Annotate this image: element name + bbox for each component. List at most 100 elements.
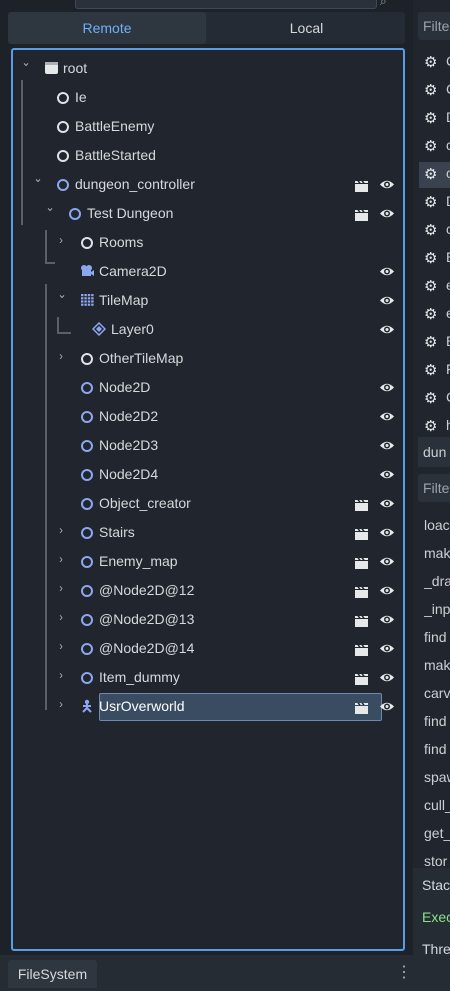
property-row[interactable]: ⚙D bbox=[419, 106, 450, 132]
tree-row[interactable]: Ie bbox=[13, 83, 403, 112]
tree-row[interactable]: › Enemy_map bbox=[13, 547, 403, 576]
visibility-eye-icon[interactable] bbox=[379, 178, 395, 191]
tree-row[interactable]: › @Node2D@13 bbox=[13, 605, 403, 634]
method-item[interactable]: mak bbox=[424, 657, 450, 673]
method-item[interactable]: _dra bbox=[424, 573, 450, 589]
method-item[interactable]: get_ bbox=[424, 825, 450, 841]
property-row[interactable]: ⚙C bbox=[419, 50, 450, 76]
tree-row[interactable]: › OtherTileMap bbox=[13, 344, 403, 373]
tree-row[interactable]: BattleEnemy bbox=[13, 112, 403, 141]
property-row[interactable]: ⚙D bbox=[419, 190, 450, 216]
property-row[interactable]: ⚙F bbox=[419, 358, 450, 384]
visibility-eye-icon[interactable] bbox=[379, 642, 395, 655]
tree-row[interactable]: BattleStarted bbox=[13, 141, 403, 170]
object-path-bar[interactable]: dun bbox=[418, 437, 450, 467]
tree-row[interactable]: › UsrOverworld bbox=[13, 692, 403, 721]
method-item[interactable]: find bbox=[424, 629, 450, 645]
tree-row[interactable]: Layer0 bbox=[13, 315, 403, 344]
visibility-eye-icon[interactable] bbox=[379, 439, 395, 452]
tree-row[interactable]: Camera2D bbox=[13, 257, 403, 286]
tree-row[interactable]: › Item_dummy bbox=[13, 663, 403, 692]
method-item[interactable]: mak bbox=[424, 545, 450, 561]
chevron-right-icon[interactable]: › bbox=[59, 233, 63, 247]
property-row[interactable]: ⚙C bbox=[419, 386, 450, 412]
visibility-eye-icon[interactable] bbox=[379, 410, 395, 423]
tree-row[interactable]: › @Node2D@14 bbox=[13, 634, 403, 663]
chevron-right-icon[interactable]: › bbox=[59, 523, 63, 537]
tree-row[interactable]: ⌄ root bbox=[13, 54, 403, 83]
instance-clapper-icon[interactable] bbox=[355, 208, 368, 221]
instance-clapper-icon[interactable] bbox=[355, 614, 368, 627]
method-item[interactable]: _inp bbox=[424, 601, 450, 617]
property-row[interactable]: ⚙ c bbox=[419, 162, 450, 188]
method-item[interactable]: carv bbox=[424, 685, 450, 701]
tree-row[interactable]: Node2D3 bbox=[13, 431, 403, 460]
tree-row[interactable]: Node2D4 bbox=[13, 460, 403, 489]
instance-clapper-icon[interactable] bbox=[355, 643, 368, 656]
instance-clapper-icon[interactable] bbox=[355, 585, 368, 598]
chevron-down-icon[interactable]: ⌄ bbox=[22, 55, 31, 69]
visibility-eye-icon[interactable] bbox=[379, 497, 395, 510]
visibility-eye-icon[interactable] bbox=[379, 700, 395, 713]
method-item[interactable]: cull_ bbox=[424, 797, 450, 813]
method-item[interactable]: stor bbox=[424, 853, 450, 869]
visibility-eye-icon[interactable] bbox=[379, 613, 395, 626]
more-options-icon[interactable]: ⋮ bbox=[396, 962, 412, 982]
chevron-down-icon[interactable]: ⌄ bbox=[34, 171, 43, 185]
property-row[interactable]: ⚙ e bbox=[419, 274, 450, 300]
method-item[interactable]: loac bbox=[424, 517, 450, 533]
visibility-eye-icon[interactable] bbox=[379, 555, 395, 568]
visibility-eye-icon[interactable] bbox=[379, 265, 395, 278]
chevron-right-icon[interactable]: › bbox=[59, 581, 63, 595]
tree-row[interactable]: Node2D2 bbox=[13, 402, 403, 431]
instance-clapper-icon[interactable] bbox=[355, 672, 368, 685]
tree-row[interactable]: ⌄ TileMap bbox=[13, 286, 403, 315]
search-icon[interactable]: ⌕ bbox=[380, 0, 387, 9]
chevron-right-icon[interactable]: › bbox=[59, 552, 63, 566]
method-item[interactable]: find bbox=[424, 741, 450, 757]
tree-row[interactable]: ⌄ dungeon_controller bbox=[13, 170, 403, 199]
tab-local[interactable]: Local bbox=[208, 12, 405, 44]
chevron-right-icon[interactable]: › bbox=[59, 697, 63, 711]
instance-clapper-icon[interactable] bbox=[355, 701, 368, 714]
tree-row[interactable]: Node2D bbox=[13, 373, 403, 402]
chevron-right-icon[interactable]: › bbox=[59, 349, 63, 363]
chevron-down-icon[interactable]: ⌄ bbox=[58, 287, 67, 301]
chevron-right-icon[interactable]: › bbox=[59, 668, 63, 682]
instance-clapper-icon[interactable] bbox=[355, 556, 368, 569]
tree-row[interactable]: Object_creator bbox=[13, 489, 403, 518]
tree-row[interactable]: › Rooms bbox=[13, 228, 403, 257]
property-row[interactable]: ⚙E bbox=[419, 246, 450, 272]
visibility-eye-icon[interactable] bbox=[379, 381, 395, 394]
visibility-eye-icon[interactable] bbox=[379, 584, 395, 597]
instance-clapper-icon[interactable] bbox=[355, 179, 368, 192]
tree-row[interactable]: ⌄ Test Dungeon bbox=[13, 199, 403, 228]
visibility-eye-icon[interactable] bbox=[379, 468, 395, 481]
tree-node-label: @Node2D@14 bbox=[99, 640, 195, 656]
property-row[interactable]: ⚙E bbox=[419, 330, 450, 356]
visibility-eye-icon[interactable] bbox=[379, 526, 395, 539]
filter-input-top[interactable]: Filte bbox=[418, 12, 450, 40]
instance-clapper-icon[interactable] bbox=[355, 498, 368, 511]
method-item[interactable]: spaw bbox=[424, 769, 450, 785]
scene-tree[interactable]: ⌄ root Ie BattleEnemy BattleStarted ⌄ dungeon_… bbox=[11, 48, 405, 951]
tree-row[interactable]: › Stairs bbox=[13, 518, 403, 547]
top-search-input[interactable] bbox=[75, 0, 377, 9]
property-row[interactable]: ⚙ c bbox=[419, 134, 450, 160]
visibility-eye-icon[interactable] bbox=[379, 671, 395, 684]
chevron-right-icon[interactable]: › bbox=[59, 610, 63, 624]
property-row[interactable]: ⚙ c bbox=[419, 218, 450, 244]
tab-filesystem[interactable]: FileSystem bbox=[8, 960, 97, 988]
property-row[interactable]: ⚙ e bbox=[419, 302, 450, 328]
tab-remote[interactable]: Remote bbox=[8, 12, 206, 44]
property-row[interactable]: ⚙C bbox=[419, 78, 450, 104]
visibility-eye-icon[interactable] bbox=[379, 207, 395, 220]
chevron-down-icon[interactable]: ⌄ bbox=[46, 200, 55, 214]
chevron-right-icon[interactable]: › bbox=[59, 639, 63, 653]
visibility-eye-icon[interactable] bbox=[379, 294, 395, 307]
tree-row[interactable]: › @Node2D@12 bbox=[13, 576, 403, 605]
method-item[interactable]: find bbox=[424, 713, 450, 729]
filter-input-methods[interactable]: Filte bbox=[418, 474, 450, 502]
visibility-eye-icon[interactable] bbox=[379, 323, 395, 336]
instance-clapper-icon[interactable] bbox=[355, 527, 368, 540]
